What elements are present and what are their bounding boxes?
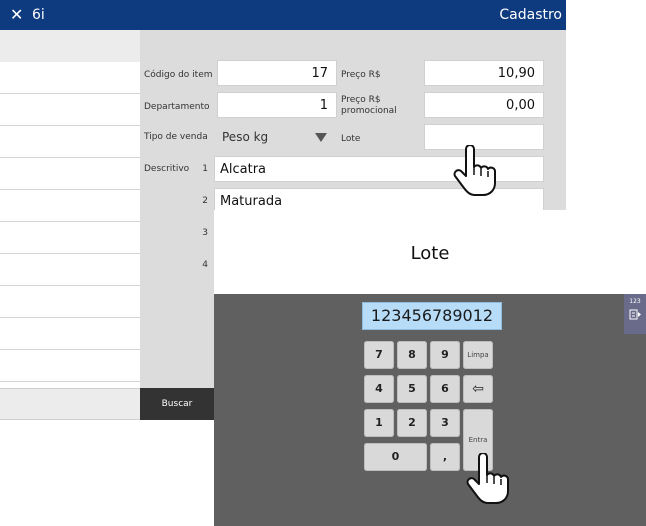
key-0[interactable]: 0 [364,443,427,471]
descritivo-line-number: 3 [202,228,208,238]
key-1[interactable]: 1 [364,409,394,437]
preco-promo-field[interactable]: 0,00 [424,92,544,118]
dropdown-arrow-icon [315,133,327,142]
buscar-button[interactable]: Buscar [140,388,214,420]
descritivo-line-number: 2 [202,196,208,206]
keyboard-icon [629,309,641,320]
keyboard-toggle-label: 123 [629,298,641,305]
close-icon[interactable]: ✕ [10,4,23,26]
list-header [0,30,140,62]
backspace-icon[interactable]: ⇦ [463,375,493,403]
descritivo-line-number: 4 [202,260,208,270]
list-item[interactable] [0,190,140,222]
preco-value: 10,90 [497,66,535,81]
app-title: 6i [32,7,45,23]
tipo-venda-select[interactable]: Peso kg [217,124,337,150]
codigo-value: 17 [311,66,328,81]
clear-button[interactable]: Limpa [463,341,493,369]
departamento-label: Departamento [144,102,210,112]
descritivo-text: Alcatra [220,162,267,177]
codigo-label: Código do item [144,70,213,80]
list-item[interactable] [0,222,140,254]
preco-field[interactable]: 10,90 [424,60,544,86]
key-4[interactable]: 4 [364,375,394,403]
codigo-field[interactable]: 17 [217,60,337,86]
hand-cursor-icon [453,145,496,196]
key-6[interactable]: 6 [430,375,460,403]
lote-input[interactable]: 123456789012 [362,302,502,330]
departamento-value: 1 [319,98,328,113]
descritivo-text: Maturada [220,194,283,209]
list-item[interactable] [0,158,140,190]
list-item[interactable] [0,62,140,94]
list-item[interactable] [0,126,140,158]
item-list [0,30,140,422]
tipo-venda-value: Peso kg [222,130,269,144]
screen-title: Cadastro [499,7,562,23]
list-item[interactable] [0,350,140,382]
key-comma[interactable]: , [430,443,460,471]
tipo-venda-label: Tipo de venda [144,132,208,142]
list-item[interactable] [0,94,140,126]
key-2[interactable]: 2 [397,409,427,437]
list-item[interactable] [0,254,140,286]
preco-promo-label-line2: promocional [341,106,397,116]
keyboard-toggle[interactable]: 123 [624,294,646,334]
list-item[interactable] [0,286,140,318]
lote-dialog-title: Lote [410,243,450,264]
title-bar: ✕ 6i Cadastro [0,0,566,30]
key-5[interactable]: 5 [397,375,427,403]
descritivo-line-number: 1 [202,164,208,174]
list-item[interactable] [0,318,140,350]
departamento-field[interactable]: 1 [217,92,337,118]
key-7[interactable]: 7 [364,341,394,369]
key-8[interactable]: 8 [397,341,427,369]
key-3[interactable]: 3 [430,409,460,437]
descritivo-label: Descritivo [144,164,190,174]
key-9[interactable]: 9 [430,341,460,369]
list-footer [0,388,140,420]
hand-cursor-icon [466,453,509,504]
lote-label: Lote [341,134,361,144]
preco-label: Preço R$ [341,70,381,80]
preco-promo-value: 0,00 [506,98,535,113]
